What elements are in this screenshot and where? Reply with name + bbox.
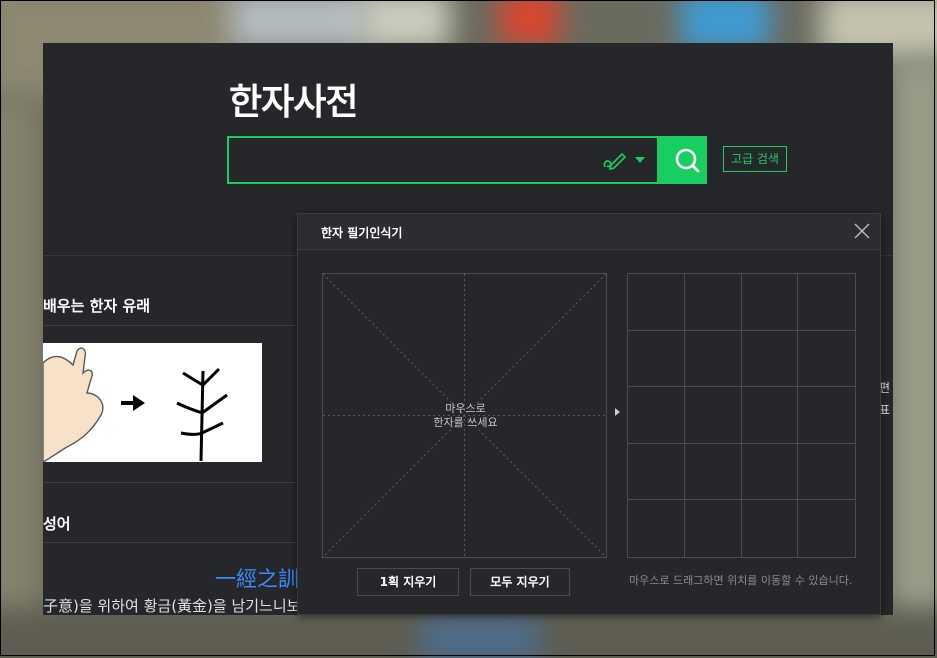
- drawing-hint: 마우스로 한자를 쓰세요: [323, 402, 608, 430]
- hand-to-character-icon: [43, 347, 228, 463]
- candidate-cell[interactable]: [741, 330, 799, 388]
- candidate-cell[interactable]: [798, 331, 855, 388]
- candidate-grid: [627, 273, 856, 558]
- drawing-canvas[interactable]: 마우스로 한자를 쓰세요: [322, 273, 607, 558]
- candidate-cell[interactable]: [798, 387, 855, 444]
- arrow-right-icon: [615, 408, 620, 416]
- search-icon: [675, 148, 700, 173]
- erase-all-button[interactable]: 모두 지우기: [470, 568, 570, 596]
- advanced-search-button[interactable]: 고급 검색: [723, 146, 787, 172]
- candidate-cell[interactable]: [684, 330, 742, 388]
- chevron-down-icon[interactable]: [635, 157, 645, 163]
- handwriting-recognizer-popup: 한자 필기인식기 마우스로 한자를 쓰세요 1획 지우기 모두 지우기 마우스로…: [297, 213, 881, 615]
- candidate-cell[interactable]: [628, 443, 685, 501]
- candidate-cell[interactable]: [684, 387, 742, 444]
- candidate-cell[interactable]: [685, 500, 742, 557]
- candidate-cell[interactable]: [742, 500, 799, 557]
- candidate-cell[interactable]: [628, 387, 685, 444]
- pen-icon[interactable]: [601, 149, 627, 171]
- page-title[interactable]: 한자사전: [229, 73, 358, 125]
- origin-illustration[interactable]: [43, 343, 262, 463]
- candidate-cell[interactable]: [798, 444, 855, 501]
- candidate-cell[interactable]: [628, 500, 685, 557]
- divider: [43, 325, 303, 326]
- candidate-cell[interactable]: [684, 274, 742, 331]
- divider: [43, 542, 303, 543]
- idiom-section-title: 성어: [43, 515, 71, 533]
- search-button[interactable]: [657, 136, 707, 184]
- divider: [43, 482, 303, 483]
- search-box: [227, 136, 659, 184]
- popup-header: 한자 필기인식기: [298, 214, 880, 250]
- drawing-hint-line: 한자를 쓰세요: [433, 416, 498, 429]
- origin-section-title: 배우는 한자 유래: [43, 297, 151, 315]
- drawing-hint-line: 마우스로: [445, 402, 486, 415]
- candidate-cell[interactable]: [798, 274, 855, 331]
- popup-title: 한자 필기인식기: [321, 226, 403, 240]
- close-icon[interactable]: [853, 222, 871, 240]
- candidate-cell[interactable]: [741, 387, 799, 444]
- idiom-link[interactable]: 一經之訓: [215, 563, 299, 593]
- erase-one-stroke-button[interactable]: 1획 지우기: [357, 568, 459, 596]
- candidate-cell[interactable]: [628, 330, 685, 388]
- candidate-cell[interactable]: [684, 443, 742, 501]
- candidate-cell[interactable]: [628, 274, 685, 331]
- candidate-cell[interactable]: [741, 274, 799, 331]
- candidate-cell[interactable]: [798, 500, 855, 557]
- search-input[interactable]: [229, 138, 589, 182]
- candidate-cell[interactable]: [741, 443, 799, 501]
- drag-hint: 마우스로 드래그하면 위치를 이동할 수 있습니다.: [629, 574, 853, 587]
